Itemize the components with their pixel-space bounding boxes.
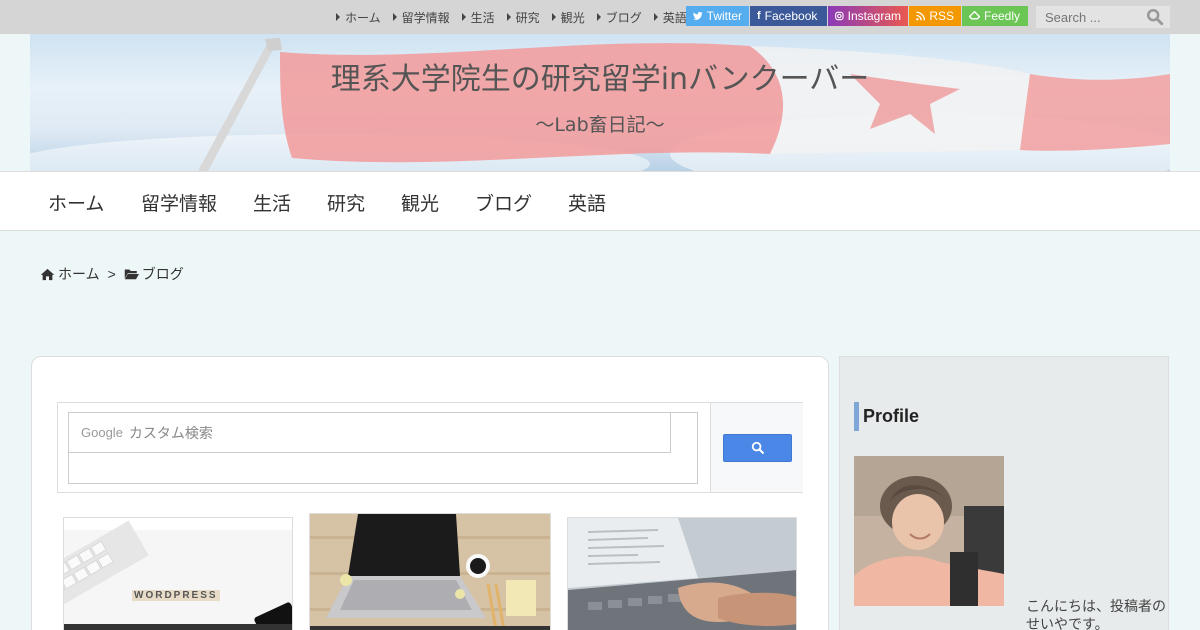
feedly-icon [969, 11, 980, 20]
typing-keyboard-image [568, 518, 796, 630]
triangle-right-icon [506, 13, 511, 21]
site-subtitle: ～Lab畜日記～ [535, 114, 665, 136]
triangle-right-icon [653, 13, 658, 21]
folder-open-icon [124, 269, 139, 280]
gcse-search-input[interactable]: Google カスタム検索 [69, 413, 671, 453]
wordpress-desk-image [64, 518, 292, 630]
search-icon[interactable] [1146, 8, 1164, 26]
profile-greeting: こんにちは、投稿者のせいやです。 [1026, 599, 1166, 630]
gcse-button-area [711, 403, 803, 492]
breadcrumb: ホーム > ブログ [40, 264, 184, 284]
nav-item-study-abroad[interactable]: 留学情報 [141, 189, 217, 216]
facebook-icon: f [757, 10, 761, 22]
thumbnail-caption: WORDPRESS [132, 590, 220, 601]
twitter-icon [693, 11, 703, 20]
laptop-desk-image [310, 514, 550, 630]
top-link-home[interactable]: ホーム [336, 9, 381, 26]
breadcrumb-home[interactable]: ホーム [58, 264, 100, 284]
google-custom-search: Google カスタム検索 [57, 402, 803, 493]
site-search [1036, 6, 1170, 28]
sidebar-profile-title: Profile [854, 402, 919, 431]
top-link-english[interactable]: 英語 [653, 9, 687, 26]
triangle-right-icon [336, 13, 340, 21]
global-nav: ホーム 留学情報 生活 研究 観光 ブログ 英語 [0, 171, 1200, 231]
triangle-right-icon [596, 13, 601, 21]
triangle-right-icon [461, 13, 466, 21]
top-link-research[interactable]: 研究 [506, 9, 540, 26]
nav-item-blog[interactable]: ブログ [475, 189, 532, 216]
avatar [854, 456, 1004, 606]
nav-item-research[interactable]: 研究 [327, 189, 365, 216]
instagram-button[interactable]: Instagram [828, 6, 908, 26]
search-icon [751, 441, 764, 454]
instagram-icon [835, 11, 844, 21]
rss-icon [916, 11, 926, 21]
article-thumbnail-3[interactable] [567, 517, 797, 630]
nav-item-english[interactable]: 英語 [568, 189, 606, 216]
feedly-button[interactable]: Feedly [962, 6, 1028, 26]
gcse-placeholder-text: カスタム検索 [128, 424, 213, 441]
article-thumbnail-2[interactable] [309, 513, 551, 630]
gcse-placeholder-brand: Google [81, 425, 123, 440]
breadcrumb-current: ブログ [141, 266, 184, 282]
nav-item-home[interactable]: ホーム [48, 189, 104, 216]
home-icon [40, 268, 55, 280]
top-link-sightseeing[interactable]: 観光 [551, 9, 585, 26]
top-link-life[interactable]: 生活 [461, 9, 495, 26]
breadcrumb-separator: > [107, 266, 116, 282]
nav-item-life[interactable]: 生活 [253, 189, 291, 216]
profile-photo [854, 456, 1004, 606]
gcse-search-button[interactable] [723, 434, 792, 462]
triangle-right-icon [392, 13, 397, 21]
triangle-right-icon [551, 13, 556, 21]
top-link-study-abroad[interactable]: 留学情報 [392, 9, 450, 26]
top-link-blog[interactable]: ブログ [596, 9, 642, 26]
top-links: ホーム 留学情報 生活 研究 観光 ブログ 英語 [336, 0, 699, 34]
header-banner: 理系大学院生の研究留学inバンクーバー ～Lab畜日記～ [30, 34, 1170, 171]
top-bar: ホーム 留学情報 生活 研究 観光 ブログ 英語 Twitter f Faceb… [0, 0, 1200, 34]
twitter-button[interactable]: Twitter [686, 6, 749, 26]
article-thumbnail-1[interactable]: WORDPRESS [63, 517, 293, 630]
gcse-input-wrap: Google カスタム検索 [68, 412, 698, 484]
rss-button[interactable]: RSS [909, 6, 961, 26]
facebook-button[interactable]: f Facebook [750, 6, 827, 26]
search-input[interactable] [1036, 6, 1136, 28]
nav-item-sightseeing[interactable]: 観光 [401, 189, 439, 216]
site-title[interactable]: 理系大学院生の研究留学inバンクーバー [30, 54, 1170, 98]
